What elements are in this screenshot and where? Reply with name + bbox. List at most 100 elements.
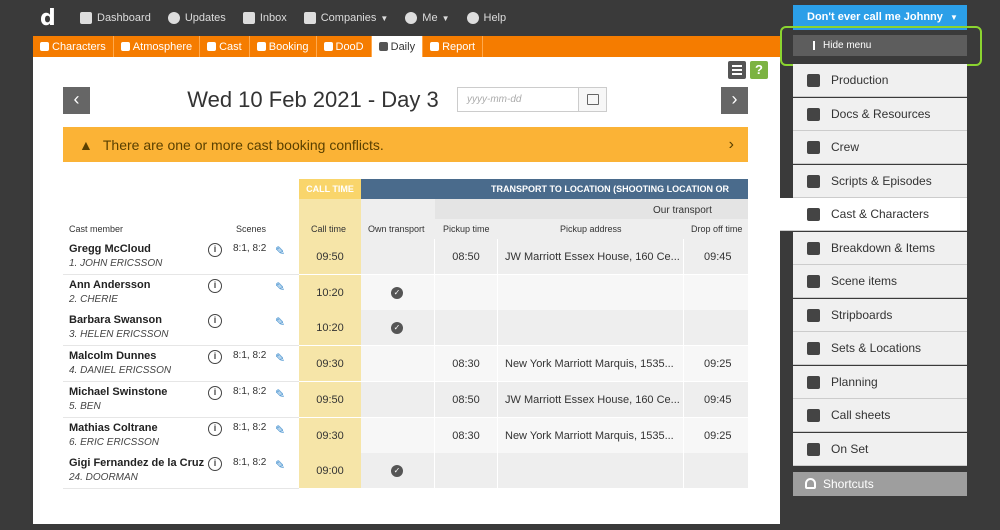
- table-row: Malcolm Dunnes 4. DANIEL ERICSSON i 8:1, 8:…: [63, 346, 748, 383]
- cast-member-cell: Gigi Fernandez de la Cruz 24. DOORMAN i 8:1…: [63, 453, 299, 490]
- edit-pencil-icon[interactable]: ✎: [275, 351, 285, 365]
- tab-daily[interactable]: Daily: [371, 36, 424, 57]
- pickup-time-cell[interactable]: [435, 453, 498, 490]
- own-transport-cell[interactable]: ✓: [361, 453, 435, 490]
- next-day-button[interactable]: ›: [721, 87, 748, 114]
- tab-atmosphere[interactable]: Atmosphere: [114, 36, 201, 57]
- tab-characters[interactable]: Characters: [33, 36, 114, 57]
- drop-off-time-cell[interactable]: [684, 310, 748, 347]
- report-icon: [430, 42, 440, 51]
- sidebar-item-production[interactable]: Production: [793, 64, 967, 97]
- drop-off-time-cell[interactable]: [684, 453, 748, 490]
- pickup-address-cell[interactable]: New York Marriott Marquis, 1535...: [498, 346, 684, 383]
- pickup-time-cell[interactable]: 08:50: [435, 381, 498, 418]
- cast-name[interactable]: Barbara Swanson: [69, 314, 293, 326]
- drop-off-time-cell[interactable]: 09:25: [684, 346, 748, 383]
- nav-help[interactable]: Help: [466, 12, 506, 24]
- edit-pencil-icon[interactable]: ✎: [275, 280, 285, 294]
- call-time-cell[interactable]: 09:50: [299, 239, 361, 275]
- edit-pencil-icon[interactable]: ✎: [275, 458, 285, 472]
- app-logo[interactable]: d: [40, 6, 80, 31]
- drop-off-time-cell[interactable]: 09:25: [684, 417, 748, 454]
- tab-dood[interactable]: DooD: [317, 36, 372, 57]
- info-icon[interactable]: i: [208, 385, 222, 400]
- sidebar-item-cast-characters[interactable]: Cast & Characters: [780, 198, 967, 231]
- pickup-address-cell[interactable]: New York Marriott Marquis, 1535...: [498, 417, 684, 454]
- booking-icon: [256, 42, 266, 51]
- info-icon[interactable]: i: [208, 350, 222, 365]
- edit-pencil-icon[interactable]: ✎: [275, 423, 285, 437]
- tab-cast[interactable]: Cast: [200, 36, 250, 57]
- scenes-value: 8:1, 8:2: [233, 350, 267, 362]
- sidebar-item-call-sheets[interactable]: Call sheets: [793, 399, 967, 432]
- booking-conflict-alert[interactable]: ▲ There are one or more cast booking con…: [63, 127, 748, 162]
- nav-inbox[interactable]: Inbox: [242, 12, 287, 24]
- pickup-address-cell[interactable]: JW Marriott Essex House, 160 Ce...: [498, 381, 684, 418]
- pickup-time-cell[interactable]: [435, 310, 498, 347]
- call-time-cell[interactable]: 09:30: [299, 346, 361, 383]
- pickup-address-cell[interactable]: JW Marriott Essex House, 160 Ce...: [498, 239, 684, 275]
- pickup-address-cell[interactable]: [498, 274, 684, 311]
- previous-day-button[interactable]: ‹: [63, 87, 90, 114]
- sidebar-item-planning[interactable]: Planning: [793, 365, 967, 399]
- character-name: 24. DOORMAN: [69, 472, 138, 484]
- character-name: 4. DANIEL ERICSSON: [69, 365, 172, 377]
- own-transport-cell[interactable]: ✓: [361, 310, 435, 347]
- edit-pencil-icon[interactable]: ✎: [275, 387, 285, 401]
- info-icon[interactable]: i: [208, 278, 222, 293]
- nav-companies[interactable]: Companies ▼: [303, 12, 388, 24]
- date-input[interactable]: yyyy-mm-dd: [457, 87, 579, 112]
- pickup-time-cell[interactable]: [435, 274, 498, 311]
- sidebar-item-stripboards[interactable]: Stripboards: [793, 298, 967, 332]
- sidebar-item-on-set[interactable]: On Set: [793, 432, 967, 466]
- nav-updates[interactable]: Updates: [167, 12, 226, 24]
- tab-report[interactable]: Report: [423, 36, 484, 57]
- info-icon[interactable]: i: [208, 421, 222, 436]
- own-transport-cell[interactable]: [361, 417, 435, 454]
- drop-off-time-cell[interactable]: [684, 274, 748, 311]
- help-button[interactable]: ?: [750, 61, 768, 79]
- own-transport-cell[interactable]: ✓: [361, 274, 435, 311]
- table-row: Michael Swinstone 5. BEN i 8:1, 8:2 ✎ 09:50 08…: [63, 381, 748, 418]
- nav-dashboard[interactable]: Dashboard: [80, 12, 151, 24]
- pickup-time-cell[interactable]: 08:30: [435, 417, 498, 454]
- own-transport-cell[interactable]: [361, 346, 435, 383]
- call-time-cell[interactable]: 09:30: [299, 417, 361, 454]
- own-transport-cell[interactable]: [361, 239, 435, 275]
- sidebar-item-sets-locations[interactable]: Sets & Locations: [793, 332, 967, 365]
- check-icon: ✓: [391, 465, 403, 478]
- sidebar-item-scene-items[interactable]: Scene items: [793, 265, 967, 298]
- sidebar-item-docs-resources[interactable]: Docs & Resources: [793, 97, 967, 131]
- cast-name[interactable]: Ann Andersson: [69, 279, 293, 291]
- tab-booking[interactable]: Booking: [250, 36, 317, 57]
- cast-icon: [207, 42, 217, 51]
- pickup-time-cell[interactable]: 08:50: [435, 239, 498, 275]
- cast-daily-table: CALL TIME TRANSPORT TO LOCATION (SHOOTIN…: [63, 179, 748, 524]
- shortcuts-button[interactable]: Shortcuts: [793, 472, 967, 496]
- menu-toggle-button[interactable]: [728, 61, 746, 79]
- hide-menu-button[interactable]: Hide menu: [793, 35, 967, 56]
- nav-me[interactable]: Me ▼: [405, 12, 450, 24]
- call-time-cell[interactable]: 09:50: [299, 381, 361, 418]
- companies-icon: [303, 12, 316, 24]
- sidebar-item-breakdown-items[interactable]: Breakdown & Items: [793, 231, 967, 265]
- pickup-time-cell[interactable]: 08:30: [435, 346, 498, 383]
- table-row: Gregg McCloud 1. JOHN ERICSSON i 8:1, 8:2 ✎ 0…: [63, 239, 748, 275]
- pickup-address-cell[interactable]: [498, 453, 684, 490]
- edit-pencil-icon[interactable]: ✎: [275, 244, 285, 258]
- drop-off-time-cell[interactable]: 09:45: [684, 381, 748, 418]
- drop-off-time-cell[interactable]: 09:45: [684, 239, 748, 275]
- sidebar-item-scripts-episodes[interactable]: Scripts & Episodes: [793, 164, 967, 198]
- user-icon: [405, 12, 418, 24]
- breakdown-icon: [807, 241, 820, 255]
- own-transport-cell[interactable]: [361, 381, 435, 418]
- calendar-button[interactable]: [578, 87, 607, 112]
- characters-icon: [40, 42, 49, 51]
- call-time-cell[interactable]: 10:20: [299, 274, 361, 311]
- info-icon[interactable]: i: [208, 243, 222, 257]
- edit-pencil-icon[interactable]: ✎: [275, 315, 285, 329]
- pickup-address-cell[interactable]: [498, 310, 684, 347]
- sidebar-item-crew[interactable]: Crew: [793, 131, 967, 164]
- call-time-cell[interactable]: 09:00: [299, 453, 361, 490]
- call-time-cell[interactable]: 10:20: [299, 310, 361, 347]
